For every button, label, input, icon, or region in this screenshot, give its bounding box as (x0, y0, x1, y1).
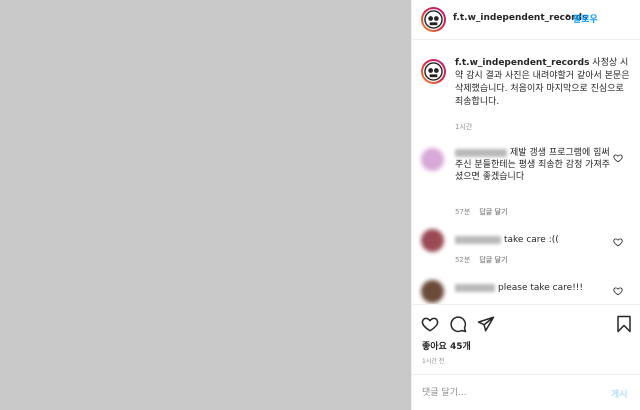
like-count[interactable]: 좋아요 45개 (422, 339, 471, 352)
follow-button[interactable]: 팔로우 (573, 12, 598, 25)
commenter-avatar[interactable] (421, 280, 444, 303)
bookmark-icon[interactable] (615, 315, 633, 333)
comment-text: take care :(( (455, 234, 613, 246)
reply-button[interactable]: 답글 달기 (479, 208, 507, 216)
comment-text: please take care!!! (455, 282, 613, 294)
comment-icon[interactable] (449, 315, 467, 333)
comment-input[interactable] (422, 385, 592, 401)
comment-time[interactable]: 52분 (455, 256, 470, 264)
comment-time[interactable]: 57분 (455, 208, 470, 216)
commenter-name[interactable] (455, 283, 495, 292)
caption-username[interactable]: f.t.w_independent_records (455, 58, 589, 68)
comment-meta: 52분 답글 달기 (455, 255, 517, 265)
post-side-panel: f.t.w_independent_records • 팔로우 f.t.w_in… (411, 0, 640, 410)
commenter-name[interactable] (455, 148, 507, 157)
heart-icon[interactable] (613, 153, 623, 163)
heart-icon[interactable] (421, 315, 439, 333)
heart-icon[interactable] (613, 286, 623, 296)
caption-avatar[interactable] (421, 59, 446, 84)
caption-avatar-image (423, 61, 444, 82)
reply-button[interactable]: 답글 달기 (479, 256, 507, 264)
post-actions: 좋아요 45개 1시간 전 (412, 304, 640, 374)
caption-text: f.t.w_independent_records 사정상 시약 감시 결과 사… (455, 57, 633, 109)
comment-meta: 57분 답글 달기 (455, 207, 517, 217)
author-avatar[interactable] (421, 7, 446, 32)
heart-icon[interactable] (613, 237, 623, 247)
commenter-avatar[interactable] (421, 148, 444, 171)
comment-body: please take care!!! (498, 283, 584, 293)
post-comment-button[interactable]: 게시 (611, 387, 628, 400)
commenter-name[interactable] (455, 235, 501, 244)
author-avatar-image (423, 9, 444, 30)
commenter-avatar[interactable] (421, 229, 444, 252)
logo-icon (424, 10, 443, 29)
comments-list[interactable]: f.t.w_independent_records 사정상 시약 감시 결과 사… (412, 41, 640, 304)
post-header: f.t.w_independent_records • 팔로우 (412, 0, 640, 40)
comment-text: 제발 갱생 프로그램에 힘써주신 분들한테는 평생 죄송한 감정 가져주셨으면 … (455, 147, 613, 183)
post-timestamp[interactable]: 1시간 전 (422, 356, 444, 365)
caption-time[interactable]: 1시간 (455, 122, 472, 132)
post-media[interactable] (0, 0, 411, 410)
share-icon[interactable] (477, 315, 495, 333)
add-comment-bar: 게시 (412, 374, 640, 410)
separator-dot: • (565, 12, 571, 22)
logo-icon (424, 62, 443, 81)
comment-body: take care :(( (504, 235, 559, 245)
